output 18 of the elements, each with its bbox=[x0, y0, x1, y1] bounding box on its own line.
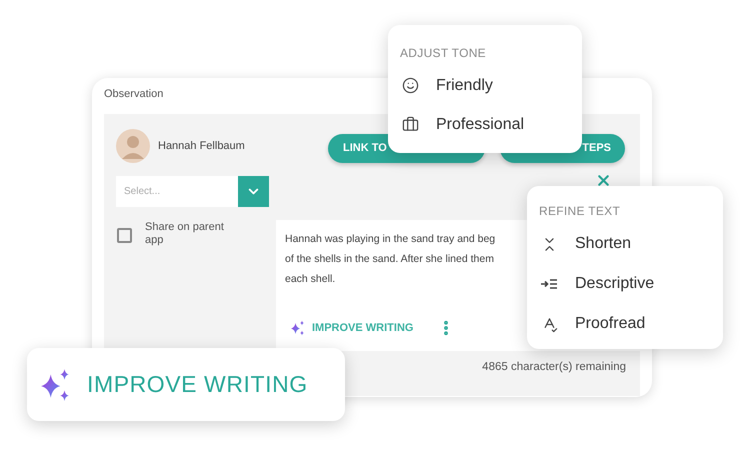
menu-header: REFINE TEXT bbox=[539, 203, 622, 220]
indent-lines-icon bbox=[540, 277, 558, 291]
card-title: Observation bbox=[104, 87, 164, 102]
menu-item[interactable]: Professional bbox=[400, 105, 582, 144]
observation-text: Hannah was playing in the sand tray and beg of the shells in the sand. After she lined them each shell. bbox=[285, 232, 496, 287]
smile-icon bbox=[402, 77, 418, 94]
checkbox-label: Share on parent app bbox=[145, 221, 225, 247]
avatar bbox=[116, 129, 150, 163]
improve-writing-label: IMPROVE WRITING bbox=[87, 370, 308, 400]
close-icon[interactable] bbox=[595, 172, 612, 189]
remaining-count: 4865 character(s) remaining bbox=[482, 360, 626, 375]
child-name: Hannah Fellbaum bbox=[158, 138, 245, 154]
checkbox[interactable] bbox=[117, 228, 132, 243]
menu-item[interactable]: Friendly bbox=[400, 66, 582, 105]
menu-header: ADJUST TONE bbox=[400, 45, 487, 62]
briefcase-icon bbox=[402, 116, 418, 133]
sparkle-icon bbox=[290, 320, 306, 336]
dropdown-button[interactable] bbox=[238, 176, 269, 207]
